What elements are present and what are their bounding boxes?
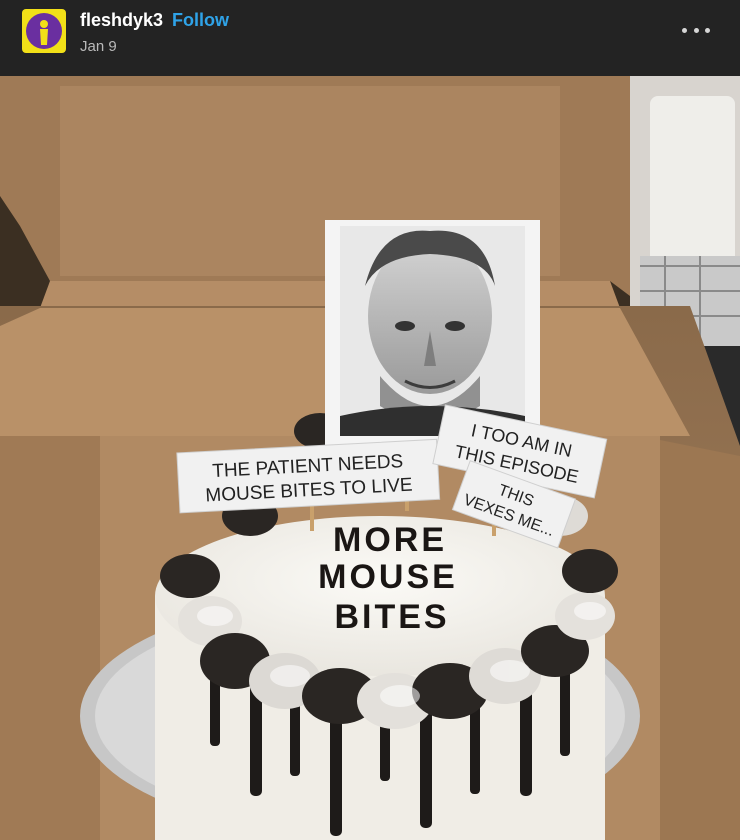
post-header: fleshdyk3 Follow Jan 9 bbox=[0, 0, 740, 76]
tumblr-post: fleshdyk3 Follow Jan 9 MORE MOUSE BITES … bbox=[0, 0, 740, 840]
cake-text-line1: MORE bbox=[333, 521, 447, 559]
post-photo[interactable]: MORE MOUSE BITES THE PATIENT NEEDS MOUSE… bbox=[0, 76, 740, 840]
post-date: Jan 9 bbox=[80, 38, 117, 55]
cake-text-line2: MOUSE bbox=[318, 558, 458, 596]
sign-left: THE PATIENT NEEDS MOUSE BITES TO LIVE bbox=[176, 438, 441, 514]
cake-text-line3: BITES bbox=[334, 598, 449, 636]
post-author[interactable]: fleshdyk3 bbox=[80, 10, 163, 31]
avatar-icon bbox=[40, 20, 48, 45]
follow-button[interactable]: Follow bbox=[172, 10, 229, 31]
avatar[interactable] bbox=[22, 9, 66, 53]
more-options-icon[interactable] bbox=[682, 18, 710, 42]
cake-writing: MORE MOUSE BITES THE PATIENT NEEDS MOUSE… bbox=[176, 404, 608, 636]
